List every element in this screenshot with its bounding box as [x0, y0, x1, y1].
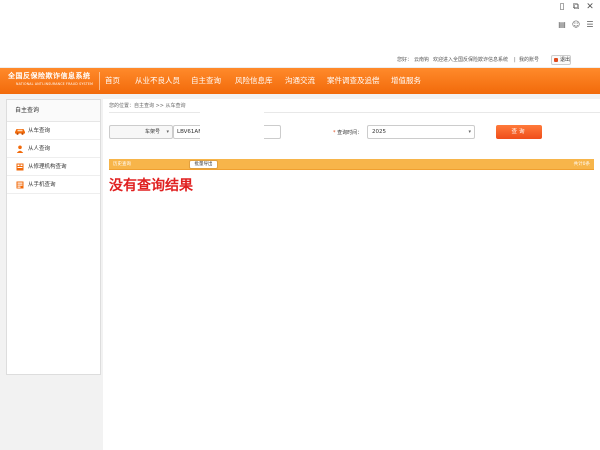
- nav-item-case-investigation[interactable]: 案件调查及追偿: [327, 68, 380, 94]
- sidebar: 自主查询 从车查询 从人查询 从修理机构查询 从手机查询: [6, 99, 101, 375]
- sidebar-item-label: 从人查询: [28, 146, 51, 152]
- sidebar-title: 自主查询: [7, 100, 100, 122]
- total-count: 共计0条: [573, 162, 590, 167]
- username-link[interactable]: 云南钩: [414, 56, 429, 64]
- nav-item-risk-database[interactable]: 风险信息库: [235, 68, 273, 94]
- chevron-down-icon: ▾: [468, 129, 471, 135]
- menu-icon[interactable]: ☰: [584, 19, 596, 31]
- greeting-text: 您好：: [397, 57, 413, 63]
- minimize-icon[interactable]: ▯: [556, 1, 568, 13]
- result-bar: 历史查询 批量导出 共计0条: [109, 159, 594, 170]
- plate-type-value: 车架号: [144, 129, 160, 135]
- history-query-label[interactable]: 历史查询: [113, 161, 131, 167]
- breadcrumb: 您的位置：自主查询 >> 从车查询: [109, 103, 186, 109]
- car-icon: [15, 129, 25, 135]
- sidebar-item-by-person[interactable]: 从人查询: [7, 140, 100, 158]
- top-bar: 您好： 云南钩 欢迎进入全国反保险欺诈信息系统 | 我的账号 退出: [0, 52, 600, 68]
- batch-export-button[interactable]: 批量导出: [189, 160, 218, 169]
- close-icon[interactable]: ✕: [584, 1, 596, 13]
- nav-item-communication[interactable]: 沟通交流: [285, 68, 315, 94]
- site-logo[interactable]: 全国反保险欺诈信息系统 NATIONAL ANTI-INSURANCE FRAU…: [8, 71, 96, 91]
- sidebar-item-label: 从车查询: [28, 128, 51, 134]
- user-icon[interactable]: ☺: [570, 19, 582, 31]
- building-icon: [16, 163, 24, 171]
- sidebar-item-label: 从修理机构查询: [28, 164, 67, 170]
- query-time-value: 2025: [372, 129, 386, 135]
- plate-type-select[interactable]: 车架号 ▾: [109, 125, 173, 139]
- phone-icon: [16, 181, 24, 189]
- nav-divider: [99, 72, 100, 90]
- nav-item-home[interactable]: 首页: [105, 68, 120, 94]
- query-button[interactable]: 查询: [496, 125, 542, 139]
- nav-item-bad-practitioners[interactable]: 从业不良人员: [135, 68, 180, 94]
- breadcrumb-divider: [109, 112, 600, 113]
- restore-icon[interactable]: ⧉: [570, 1, 582, 13]
- redaction-overlay: [200, 102, 264, 158]
- bookmark-icon[interactable]: ▤: [556, 19, 568, 31]
- sidebar-item-by-repair-shop[interactable]: 从修理机构查询: [7, 158, 100, 176]
- sidebar-item-by-phone[interactable]: 从手机查询: [7, 176, 100, 194]
- logo-title: 全国反保险欺诈信息系统: [8, 71, 91, 80]
- logout-label: 退出: [560, 57, 571, 63]
- logout-icon: [554, 58, 558, 62]
- chevron-down-icon: ▾: [166, 129, 169, 135]
- main-nav: 全国反保险欺诈信息系统 NATIONAL ANTI-INSURANCE FRAU…: [0, 68, 600, 94]
- query-time-text: 查询时间：: [337, 130, 363, 136]
- topbar-separator: |: [514, 57, 516, 63]
- welcome-text: 欢迎进入全国反保险欺诈信息系统: [433, 57, 509, 63]
- sidebar-item-label: 从手机查询: [28, 182, 56, 188]
- main-content: 您的位置：自主查询 >> 从车查询 车架号 ▾ * 查询时间： 2025 ▾ 查…: [103, 99, 600, 450]
- no-result-message: 没有查询结果: [109, 178, 193, 194]
- sidebar-item-by-vehicle[interactable]: 从车查询: [7, 122, 100, 140]
- required-marker: *: [333, 130, 336, 136]
- logout-button[interactable]: 退出: [551, 55, 571, 65]
- person-icon: [16, 145, 24, 153]
- my-account-link[interactable]: 我的账号: [519, 56, 539, 64]
- nav-item-self-query[interactable]: 自主查询: [191, 68, 221, 94]
- window-controls: ▯ ⧉ ✕ ▤ ☺ ☰: [556, 0, 600, 40]
- logo-subtitle: NATIONAL ANTI-INSURANCE FRAUD SYSTEM: [16, 82, 94, 86]
- nav-item-value-added[interactable]: 增值服务: [391, 68, 421, 94]
- query-time-label: * 查询时间：: [333, 129, 362, 136]
- query-time-select[interactable]: 2025 ▾: [367, 125, 475, 139]
- browser-chrome: ▯ ⧉ ✕ ▤ ☺ ☰: [0, 0, 600, 52]
